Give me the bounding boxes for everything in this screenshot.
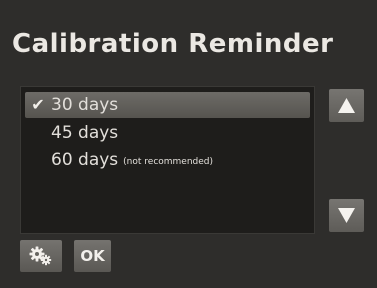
list-item-label: 30 days — [51, 95, 119, 115]
ok-button[interactable]: OK — [74, 240, 111, 272]
not-recommended-note: (not recommended) — [123, 157, 214, 167]
scroll-up-button[interactable] — [329, 89, 364, 122]
calibration-reminder-screen: Calibration Reminder ✔ 30 days 45 days 6… — [0, 0, 377, 288]
list-item-30-days[interactable]: ✔ 30 days — [25, 92, 310, 118]
gears-icon — [29, 246, 52, 266]
checkmark-icon: ✔ — [31, 95, 45, 114]
settings-button[interactable] — [20, 240, 62, 272]
scroll-down-button[interactable] — [329, 199, 364, 232]
reminder-interval-list[interactable]: ✔ 30 days 45 days 60 days (not recommende… — [20, 86, 315, 234]
list-item-45-days[interactable]: 45 days — [25, 120, 310, 146]
arrow-down-icon — [338, 208, 355, 223]
list-item-label: 60 days — [51, 150, 119, 170]
list-item-label: 45 days — [51, 123, 119, 143]
arrow-up-icon — [338, 98, 355, 113]
list-item-60-days[interactable]: 60 days (not recommended) — [25, 147, 310, 173]
list-item-label-with-note: 60 days (not recommended) — [51, 147, 213, 175]
page-title: Calibration Reminder — [12, 29, 334, 59]
